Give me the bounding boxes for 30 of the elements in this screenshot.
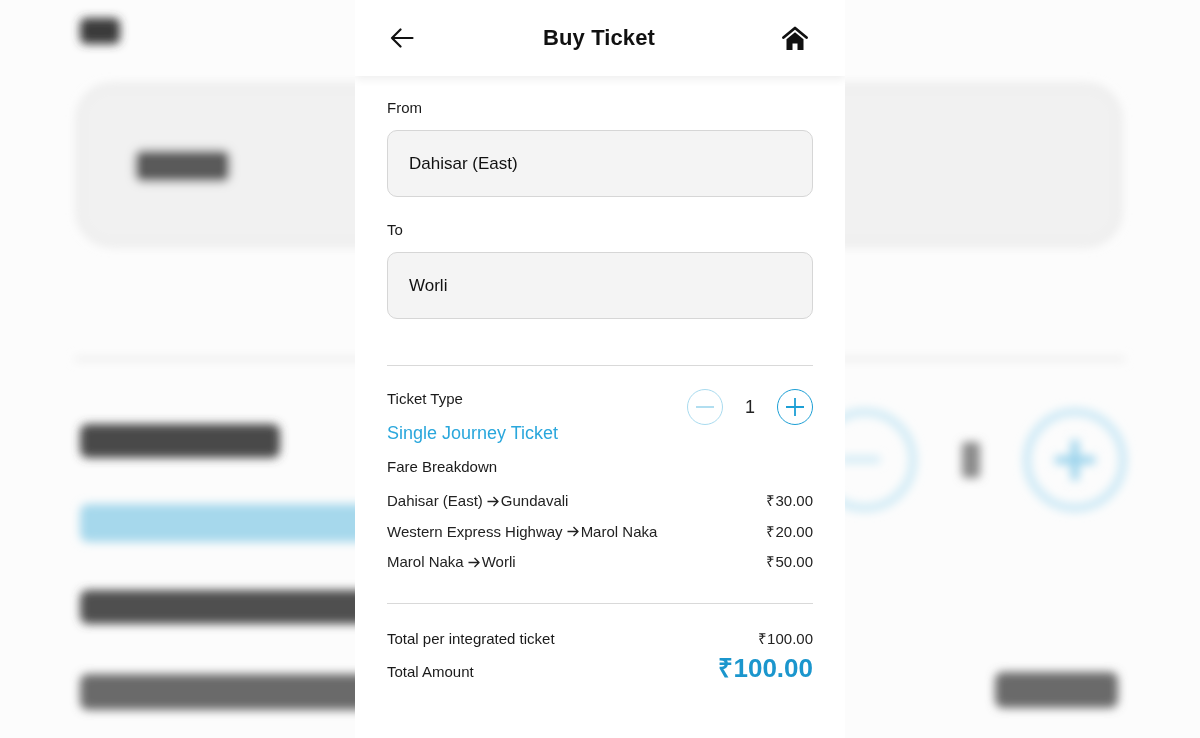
segment-destination: Worli (481, 552, 516, 572)
segment-destination: Marol Naka (580, 521, 658, 542)
right-arrow-icon (566, 526, 579, 537)
field-label: To (387, 220, 404, 240)
fare-amount: ₹50.00 (766, 552, 813, 572)
segment-origin: Western Express Highway (387, 521, 563, 542)
total-amount: ₹100.00 (758, 629, 813, 649)
segment-origin: Marol Naka (387, 552, 464, 572)
total-amount: ₹100.00 (718, 652, 813, 684)
increase-button[interactable] (777, 389, 813, 425)
section-label: Ticket Type (387, 389, 464, 409)
segment-origin: Dahisar (East) (387, 491, 483, 511)
station-field[interactable]: Worli (387, 252, 813, 319)
field-label: From (387, 98, 423, 118)
station-field[interactable]: Dahisar (East) (387, 130, 813, 197)
right-arrow-icon (467, 556, 480, 568)
fare-amount: ₹20.00 (766, 521, 813, 542)
fare-amount: ₹30.00 (766, 491, 813, 511)
section-label: Fare Breakdown (387, 457, 499, 477)
home-icon[interactable] (782, 25, 808, 51)
ticket-type: Single Journey Ticket (387, 422, 559, 445)
total-label: Total Amount (387, 662, 474, 682)
minus-icon (696, 406, 714, 408)
right-arrow-icon (486, 495, 499, 507)
back-arrow-icon[interactable] (390, 28, 414, 48)
segment-destination: Gundavali (500, 491, 569, 511)
ticket-quantity: 1 (744, 396, 756, 418)
total-label: Total per integrated ticket (387, 629, 555, 649)
plus-icon (786, 398, 804, 416)
screen-title: Buy Ticket (543, 25, 655, 51)
